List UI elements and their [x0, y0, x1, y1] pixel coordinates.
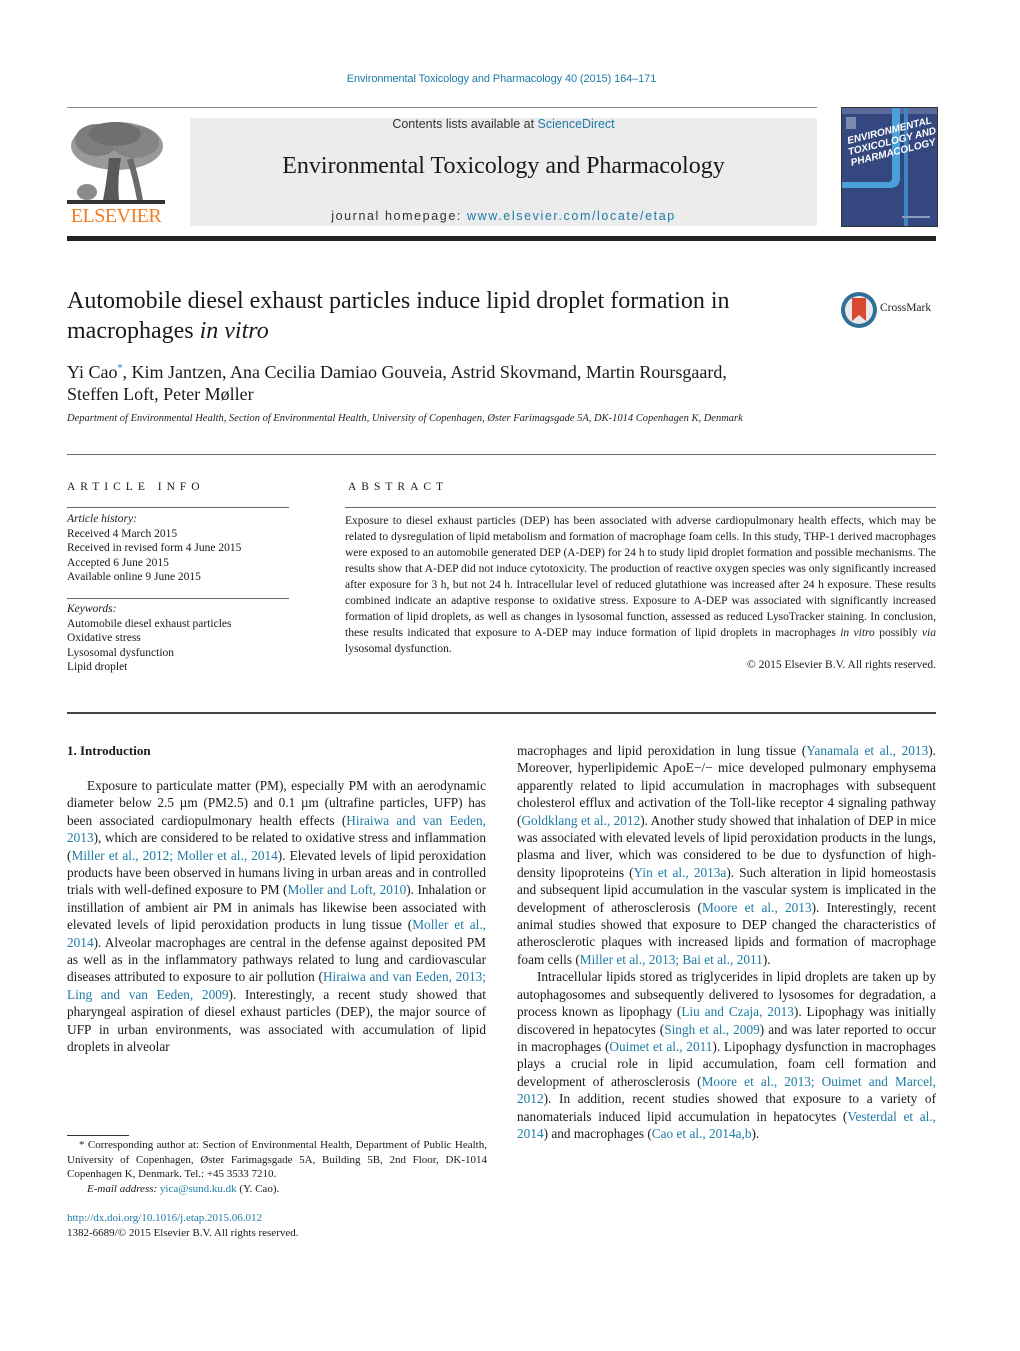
article-title-italic: in vitro	[199, 318, 269, 344]
abstract-copyright: © 2015 Elsevier B.V. All rights reserved…	[747, 659, 936, 671]
citation-link[interactable]: Miller et al., 2012; Moller et al., 2014	[71, 848, 277, 863]
article-info-heading: ARTICLE INFO	[67, 481, 205, 493]
abstract-italic: in vitro	[840, 627, 875, 639]
affiliation: Department of Environmental Health, Sect…	[67, 413, 743, 424]
contents-line: Contents lists available at ScienceDirec…	[190, 117, 817, 131]
keyword-item: Automobile diesel exhaust particles	[67, 617, 232, 630]
front-matter-divider	[67, 712, 936, 714]
keyword-item: Lipid droplet	[67, 661, 128, 673]
body-left-column: Exposure to particulate matter (PM), esp…	[67, 777, 486, 1056]
abstract-heading: ABSTRACT	[348, 481, 449, 493]
doi-block: http://dx.doi.org/10.1016/j.etap.2015.06…	[67, 1211, 487, 1241]
cover-art-icon: ENVIRONMENTAL TOXICOLOGY AND PHARMACOLOG…	[842, 108, 937, 226]
crossmark-icon	[841, 292, 877, 328]
abstract-text: lysosomal dysfunction.	[345, 643, 452, 655]
authors-line-1: , Kim Jantzen, Ana Cecilia Damiao Gouvei…	[122, 362, 727, 382]
abstract-italic: via	[921, 627, 936, 639]
keywords-rule	[67, 598, 289, 599]
citation-link[interactable]: Miller et al., 2013; Bai et al., 2011	[580, 952, 763, 967]
tree-icon	[67, 118, 165, 206]
section-heading-introduction: 1. Introduction	[67, 743, 151, 758]
citation-link[interactable]: Singh et al., 2009	[664, 1022, 760, 1037]
citation-link[interactable]: Cao et al., 2014a,b	[652, 1126, 752, 1141]
journal-citation-link[interactable]: Environmental Toxicology and Pharmacolog…	[0, 73, 1003, 85]
article-history: Article history: Received 4 March 2015 R…	[67, 512, 297, 585]
citation-link[interactable]: Yin et al., 2013a	[634, 865, 727, 880]
intro-paragraph-2: Intracellular lipids stored as triglycer…	[517, 968, 936, 1142]
keywords: Keywords: Automobile diesel exhaust part…	[67, 602, 297, 675]
history-item: Received in revised form 4 June 2015	[67, 542, 242, 554]
body-text: macrophages and lipid peroxidation in lu…	[517, 743, 807, 758]
history-item: Received 4 March 2015	[67, 527, 178, 540]
citation-link[interactable]: Liu and Czaja, 2013	[681, 1004, 794, 1019]
article-title-main: Automobile diesel exhaust particles indu…	[67, 288, 730, 344]
crossmark-button[interactable]: CrossMark	[840, 291, 940, 329]
citation-link[interactable]: Moller and Loft, 2010	[287, 882, 406, 897]
history-label: Article history:	[67, 513, 137, 525]
doi-link[interactable]: http://dx.doi.org/10.1016/j.etap.2015.06…	[67, 1212, 262, 1224]
homepage-prefix: journal homepage:	[331, 209, 468, 223]
email-suffix: (Y. Cao).	[236, 1182, 280, 1195]
citation-link[interactable]: Moore et al., 2013	[702, 900, 812, 915]
corresponding-author-footnote: * Corresponding author at: Section of En…	[67, 1138, 487, 1196]
journal-homepage-link[interactable]: www.elsevier.com/locate/etap	[467, 209, 676, 223]
journal-title: Environmental Toxicology and Pharmacolog…	[282, 153, 725, 179]
footnote-text: Corresponding author at: Section of Envi…	[67, 1139, 487, 1180]
article-title: Automobile diesel exhaust particles indu…	[67, 286, 807, 346]
keyword-item: Lysosomal dysfunction	[67, 646, 175, 659]
history-item: Accepted 6 June 2015	[67, 556, 169, 569]
body-text: ).	[762, 951, 771, 967]
intro-paragraph-1-continued: macrophages and lipid peroxidation in lu…	[517, 742, 936, 968]
citation-link[interactable]: Goldklang et al., 2012	[521, 813, 640, 828]
contents-prefix: Contents lists available at	[392, 117, 538, 131]
author-name[interactable]: Yi Cao	[67, 362, 118, 382]
homepage-line: journal homepage: www.elsevier.com/locat…	[190, 209, 817, 223]
author-list: Yi Cao*, Kim Jantzen, Ana Cecilia Damiao…	[67, 358, 847, 405]
keywords-label: Keywords:	[67, 603, 117, 615]
body-text: ) and macrophages (	[543, 1125, 652, 1141]
history-item: Available online 9 June 2015	[67, 571, 201, 583]
body-right-column: macrophages and lipid peroxidation in lu…	[517, 742, 936, 1142]
elsevier-wordmark: ELSEVIER	[70, 205, 162, 227]
article-info-rule	[67, 507, 289, 508]
email-label: E-mail address:	[87, 1182, 160, 1195]
journal-cover-image[interactable]: ENVIRONMENTAL TOXICOLOGY AND PHARMACOLOG…	[841, 107, 938, 227]
footnote-rule	[67, 1135, 129, 1136]
body-text: ).	[751, 1125, 760, 1141]
crossmark-label: CrossMark	[880, 302, 932, 314]
header-top-rule	[67, 107, 817, 108]
citation-link[interactable]: Yanamala et al., 2013	[806, 743, 928, 758]
abstract-text: Exposure to diesel exhaust particles (DE…	[345, 515, 936, 639]
header-heavy-rule	[67, 236, 936, 241]
issn-line: 1382-6689/© 2015 Elsevier B.V. All right…	[67, 1227, 299, 1239]
keyword-item: Oxidative stress	[67, 632, 141, 644]
sciencedirect-link[interactable]: ScienceDirect	[538, 117, 615, 131]
abstract-rule	[345, 507, 936, 508]
elsevier-logo[interactable]: ELSEVIER	[67, 118, 165, 228]
author-email-link[interactable]: yica@sund.ku.dk	[160, 1183, 237, 1195]
authors-line-2: Steffen Loft, Peter Møller	[67, 384, 254, 404]
intro-paragraph-1: Exposure to particulate matter (PM), esp…	[67, 777, 486, 1056]
abstract-body: Exposure to diesel exhaust particles (DE…	[345, 513, 936, 673]
citation-link[interactable]: Ouimet et al., 2011	[609, 1039, 712, 1054]
abstract-text: possibly	[874, 627, 922, 639]
title-divider	[67, 454, 936, 455]
